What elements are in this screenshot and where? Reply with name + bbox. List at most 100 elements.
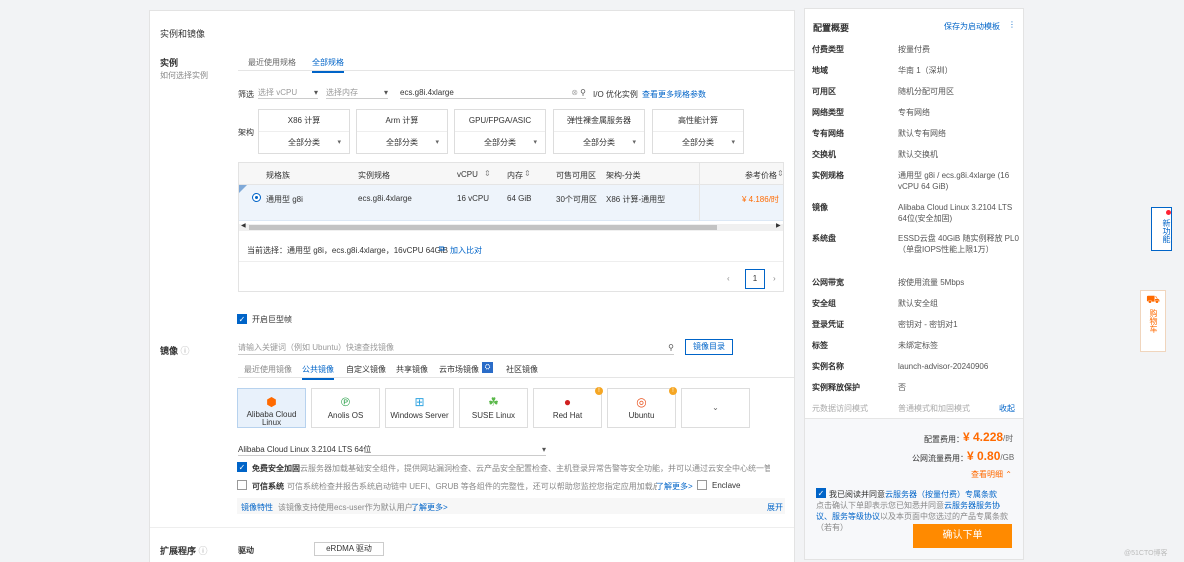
arch-x86[interactable]: X86 计算 全部分类 — [258, 109, 350, 154]
sort-icon[interactable]: ⇕ — [484, 169, 491, 178]
arch-gpu[interactable]: GPU/FPGA/ASIC 全部分类 — [454, 109, 546, 154]
col-vcpu[interactable]: vCPU — [457, 170, 478, 179]
cart-float[interactable]: ⛟ 购物车 — [1140, 290, 1166, 352]
row-arch: X86 计算-通用型 — [606, 195, 666, 204]
tab-custom-images[interactable]: 自定义镜像 — [346, 364, 386, 375]
os-card-label: Windows Server — [390, 411, 449, 420]
image-catalog-button[interactable]: 镜像目录 — [685, 339, 733, 355]
image-search-input[interactable]: 请输入关键词（例如 Ubuntu）快速查找镜像 ⚲ — [238, 341, 674, 355]
arch-label: 架构 — [238, 128, 254, 137]
image-version-value: Alibaba Cloud Linux 3.2104 LTS 64位 — [238, 444, 372, 454]
arch-arm-select[interactable]: 全部分类 — [357, 132, 447, 154]
spec-search-input[interactable]: ecs.g8i.4xlarge ⊗ ⚲ — [400, 86, 586, 99]
search-icon[interactable]: ⚲ — [668, 343, 674, 352]
help-icon[interactable]: ⓘ — [199, 546, 208, 556]
vcpu-select[interactable]: 选择 vCPU ▾ — [258, 86, 318, 99]
security-checkbox[interactable]: ✓ — [237, 462, 247, 472]
sort-icon[interactable]: ⇕ — [524, 169, 531, 178]
os-card-label: Red Hat — [552, 411, 583, 420]
search-icon[interactable]: ⚲ — [580, 88, 586, 97]
more-specs-link[interactable]: 查看更多规格参数 — [642, 89, 706, 100]
chevron-down-icon: ▾ — [313, 87, 318, 97]
tab-community-images[interactable]: 社区镜像 — [506, 364, 538, 375]
tab-shared-images[interactable]: 共享镜像 — [396, 364, 428, 375]
next-page-icon[interactable]: › — [773, 274, 776, 283]
summary-row-value: 专有网络 — [898, 108, 930, 117]
chevron-down-icon: ▾ — [541, 444, 546, 454]
tab-recent-images[interactable]: 最近使用镜像 — [244, 364, 292, 375]
trusted-checkbox[interactable] — [237, 480, 247, 490]
os-card-ubuntu[interactable]: ◎ Ubuntu! — [607, 387, 677, 428]
col-memory[interactable]: 内存 — [507, 170, 523, 181]
sort-icon[interactable]: ⇕ — [777, 169, 784, 178]
arch-hpc-select[interactable]: 全部分类 — [653, 132, 743, 154]
col-arch: 架构-分类 — [606, 171, 641, 180]
tab-marketplace-images[interactable]: 云市场镜像 — [439, 364, 479, 375]
clear-icon[interactable]: ⊗ — [571, 88, 578, 97]
trusted-more-link[interactable]: 了解更多> — [656, 481, 693, 492]
arch-bare-metal[interactable]: 弹性裸金属服务器 全部分类 — [553, 109, 645, 154]
compare-icon[interactable]: ⧉ — [439, 244, 445, 254]
vcpu-placeholder: 选择 vCPU — [258, 87, 298, 97]
trusted-label: 可信系统 — [252, 482, 284, 491]
summary-row-value: 未绑定标签 — [898, 341, 938, 350]
redhat-icon: ● — [563, 395, 572, 409]
tab-recent-specs[interactable]: 最近使用规格 — [248, 57, 296, 68]
summary-row-key: 付费类型 — [812, 45, 844, 54]
submit-order-button[interactable]: 确认下单 — [913, 524, 1012, 548]
arch-hpc[interactable]: 高性能计算 全部分类 — [652, 109, 744, 154]
chevron-down-icon: ⌄ — [712, 403, 719, 412]
cart-label: 购物车 — [1149, 309, 1158, 333]
page-number[interactable]: 1 — [745, 269, 765, 289]
arch-arm[interactable]: Arm 计算 全部分类 — [356, 109, 448, 154]
image-version-select[interactable]: Alibaba Cloud Linux 3.2104 LTS 64位 ▾ — [238, 443, 546, 456]
agree-terms-link[interactable]: 云服务器（按量付费）专属条款 — [885, 490, 997, 499]
windows-icon: ⊞ — [414, 395, 425, 409]
traffic-fee-label: 公网流量费用： — [912, 454, 968, 463]
os-card-windows[interactable]: ⊞ Windows Server — [385, 388, 454, 428]
prev-page-icon[interactable]: ‹ — [727, 274, 730, 283]
summary-row-key: 安全组 — [812, 299, 836, 308]
save-template-link[interactable]: 保存为启动模板 — [944, 21, 1000, 32]
spec-search-value: ecs.g8i.4xlarge — [400, 87, 454, 97]
table-row[interactable]: 通用型 g8i ecs.g8i.4xlarge 16 vCPU 64 GiB 3… — [239, 163, 783, 221]
os-card-anolis[interactable]: ℗ Anolis OS — [311, 388, 380, 428]
arch-x86-select[interactable]: 全部分类 — [259, 132, 349, 154]
horizontal-scrollbar[interactable]: ◀ ▶ — [239, 222, 783, 231]
driver-label: 驱动 — [238, 546, 254, 555]
arch-gpu-select[interactable]: 全部分类 — [455, 132, 545, 154]
feature-more-link[interactable]: 了解更多> — [411, 502, 448, 513]
enclave-checkbox[interactable] — [697, 480, 707, 490]
arch-bare-metal-select[interactable]: 全部分类 — [554, 132, 644, 154]
tab-public-images[interactable]: 公共镜像 — [302, 364, 334, 380]
details-link[interactable]: 查看明细 ⌃ — [971, 469, 1012, 480]
os-card-suse[interactable]: ☘ SUSE Linux — [459, 388, 528, 428]
memory-select[interactable]: 选择内存 ▾ — [326, 86, 388, 99]
notification-dot — [1166, 210, 1171, 215]
notice-badge-icon: ! — [669, 387, 677, 395]
marketplace-badge-icon: ⛭ — [482, 362, 493, 373]
agree-text: 我已阅读并同意云服务器（按量付费）专属条款 — [829, 489, 1019, 500]
help-icon[interactable]: ⓘ — [181, 346, 190, 356]
col-price[interactable]: 参考价格 — [745, 170, 777, 181]
collapse-link[interactable]: 收起 — [999, 403, 1015, 414]
more-options-icon[interactable]: ⋮ — [1008, 20, 1016, 29]
suse-icon: ☘ — [488, 395, 499, 409]
hugepage-checkbox[interactable]: ✓ — [237, 314, 247, 324]
agree-checkbox[interactable]: ✓ — [816, 488, 826, 498]
summary-row-value: 按使用流量 5Mbps — [898, 278, 965, 287]
row-radio[interactable] — [252, 193, 261, 202]
summary-row-key: 系统盘 — [812, 234, 836, 243]
more-os-button[interactable]: ⌄ — [681, 388, 750, 428]
cart-icon: ⛟ — [1146, 294, 1160, 306]
expand-link[interactable]: 展开 — [767, 502, 783, 513]
row-vcpu: 16 vCPU — [457, 194, 490, 203]
scrollbar-thumb[interactable] — [249, 225, 717, 230]
add-compare-link[interactable]: 加入比对 — [450, 245, 482, 256]
scroll-right-icon[interactable]: ▶ — [776, 222, 781, 229]
os-card-redhat[interactable]: ● Red Hat! — [533, 387, 603, 428]
os-card-alibaba[interactable]: ⬢ Alibaba Cloud Linux — [237, 388, 306, 428]
scroll-left-icon[interactable]: ◀ — [241, 222, 246, 229]
erdma-driver-button[interactable]: eRDMA 驱动 — [314, 542, 384, 556]
instance-help-link[interactable]: 如何选择实例 — [160, 70, 208, 81]
